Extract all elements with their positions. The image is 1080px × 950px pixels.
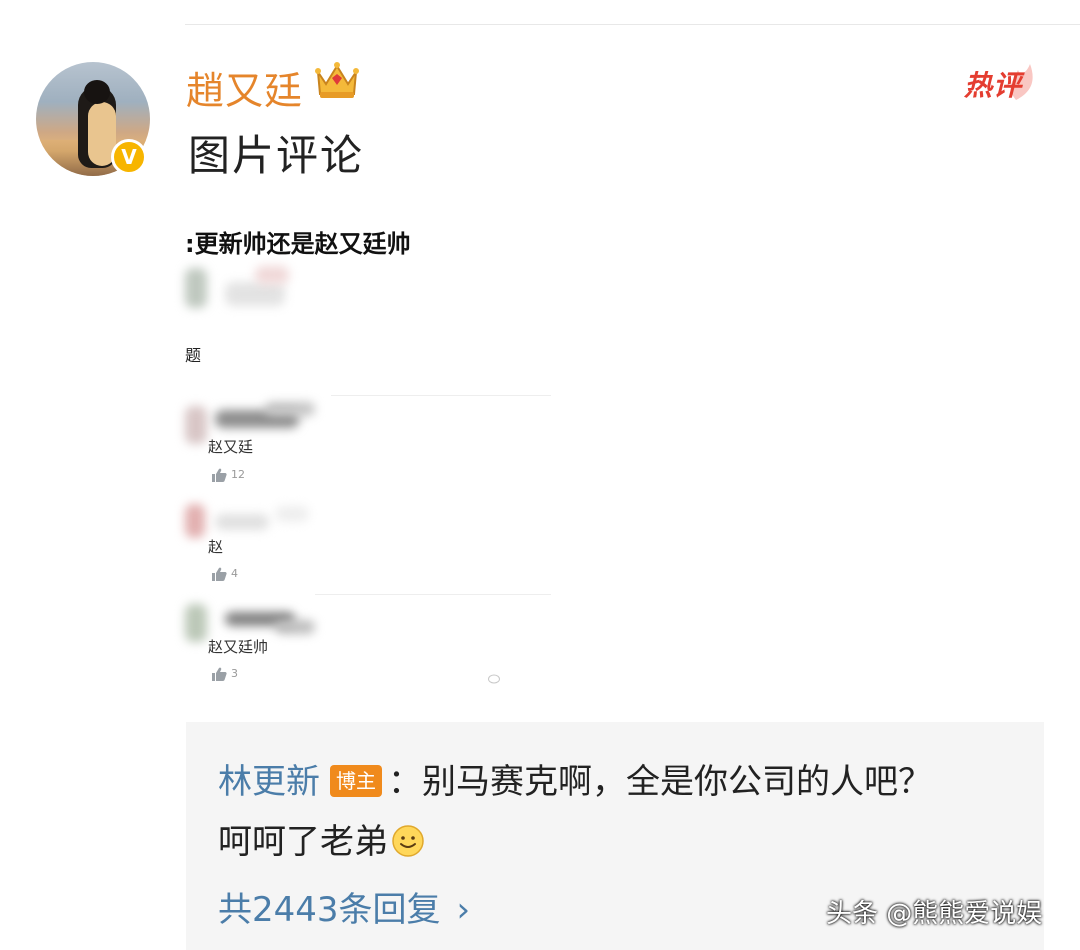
embedded-topic: 题	[185, 346, 202, 365]
source-watermark: 头条 @熊熊爱说娱	[826, 899, 1043, 929]
thumbs-up-icon	[212, 667, 227, 681]
blurred-avatar	[185, 504, 205, 538]
embedded-like-count: 12	[231, 468, 245, 481]
embedded-comment-name: 赵又廷	[208, 438, 254, 456]
blurred-name	[275, 620, 315, 634]
reply-line: 呵呵了老弟	[218, 814, 424, 863]
view-replies-button[interactable]: 共2443条回复 ›	[218, 882, 470, 931]
reply-author[interactable]: 林更新	[218, 762, 320, 802]
blurred-name	[255, 266, 289, 284]
top-divider	[185, 24, 1080, 25]
embedded-title: :更新帅还是赵又廷帅	[185, 230, 411, 258]
embedded-comment-name: 赵又廷帅	[208, 638, 269, 656]
verified-v-icon: V	[111, 139, 147, 175]
hot-comment-label: 热评	[964, 69, 1023, 102]
blurred-avatar	[185, 604, 207, 642]
thumbs-up-icon	[212, 468, 227, 482]
embedded-like-count: 4	[231, 567, 238, 580]
smile-emoji-icon	[392, 824, 424, 857]
username[interactable]: 趙又廷	[186, 60, 303, 115]
comment-image[interactable]: :更新帅还是赵又廷帅 题 赵又廷 12 赵 4 赵又廷帅 3	[185, 210, 565, 700]
reply-line: 林更新 博主 ：别马赛克啊，全是你公司的人吧？	[218, 754, 932, 803]
blogger-badge: 博主	[330, 764, 382, 797]
thumbs-up-icon	[212, 567, 227, 581]
blurred-avatar	[185, 268, 207, 308]
reply-count-label: 共2443条回复	[218, 890, 441, 930]
chevron-right-icon: ›	[456, 890, 471, 930]
blurred-name	[265, 402, 315, 416]
embedded-like-count: 3	[231, 667, 238, 680]
divider	[331, 395, 551, 396]
image-watermark	[488, 674, 500, 687]
crown-icon	[315, 62, 359, 98]
reply-text: ：别马赛克啊，全是你公司的人吧？	[388, 762, 932, 802]
reply-text: 呵呵了老弟	[218, 822, 388, 862]
blurred-name	[215, 514, 269, 530]
comment-text: 图片评论	[188, 131, 365, 180]
blurred-name	[275, 506, 309, 522]
blurred-name	[225, 282, 285, 306]
embedded-comment-name: 赵	[208, 538, 224, 556]
divider	[315, 594, 551, 595]
blurred-avatar	[185, 406, 207, 444]
